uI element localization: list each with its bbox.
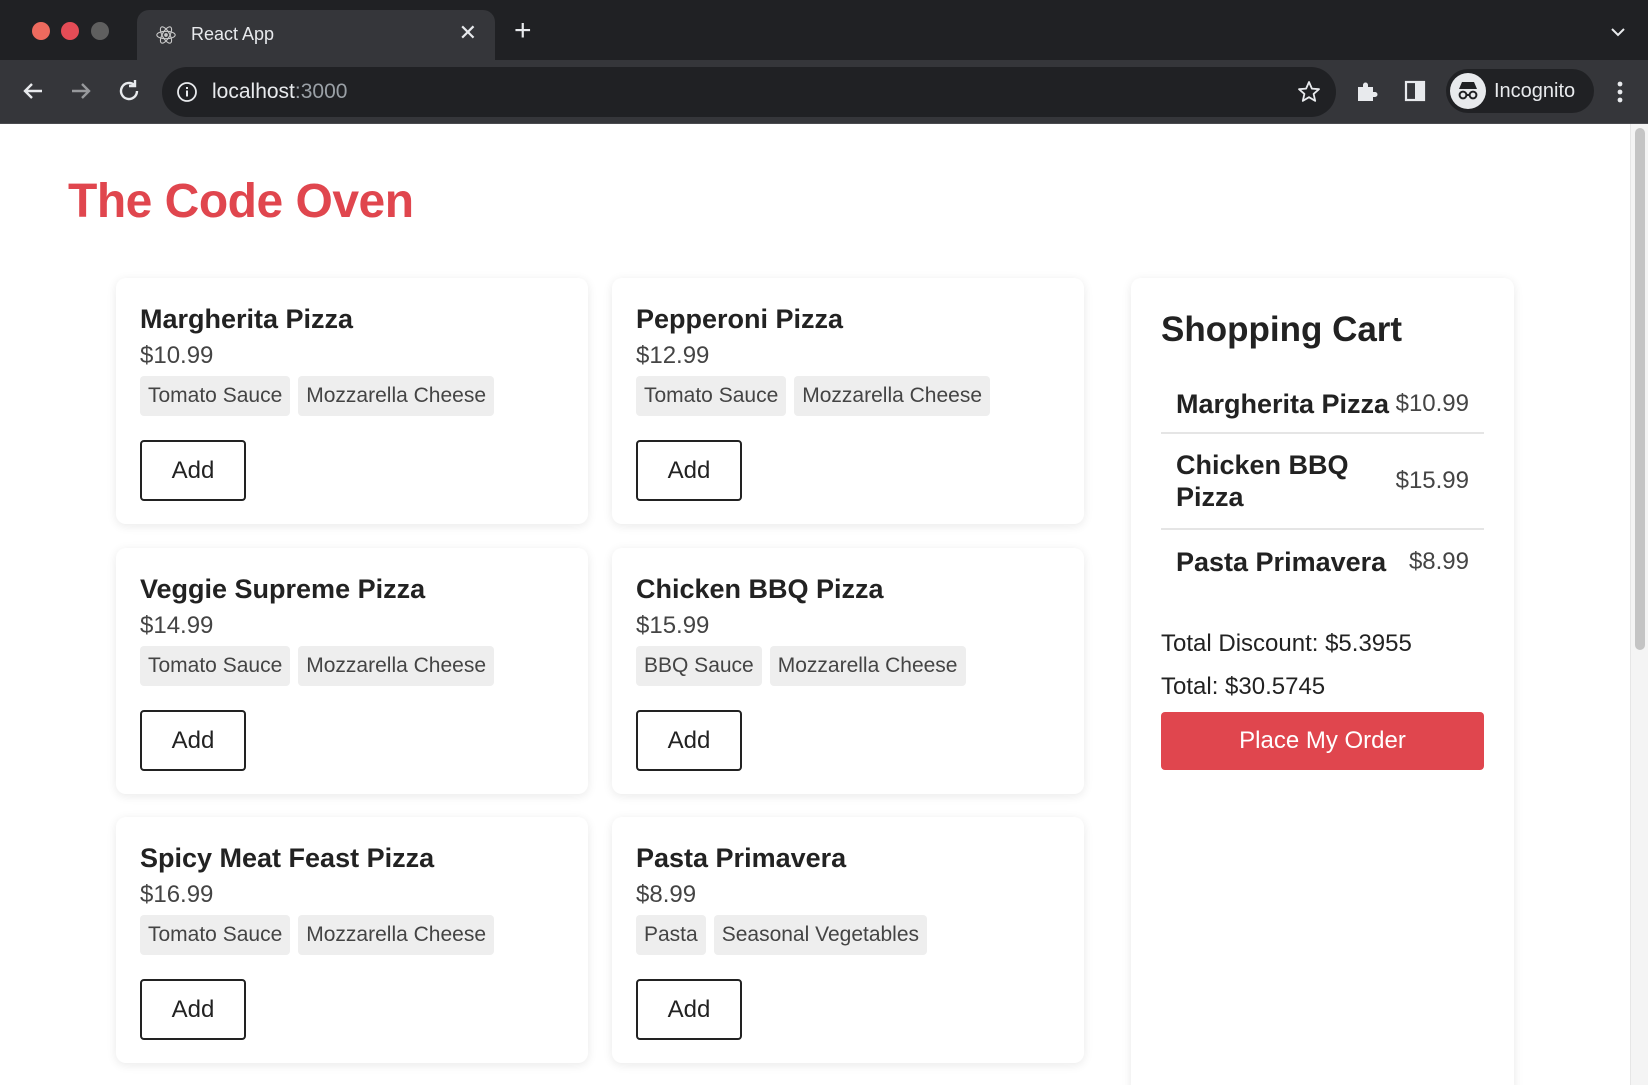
address-bar[interactable]: localhost:3000 [162,67,1336,117]
menu-item-price: $8.99 [636,881,697,908]
back-arrow-icon[interactable] [18,76,48,106]
close-window-button[interactable] [32,22,50,40]
browser-toolbar: localhost:3000 Incognito [0,60,1648,124]
add-to-cart-button[interactable]: Add [636,979,742,1040]
zoom-window-button[interactable] [91,22,109,40]
menu-item-name: Margherita Pizza [140,304,354,334]
browser-chrome: React App ✕ + localhost:3000 Incognito [0,0,1648,124]
cart-item-name: Pasta Primavera [1176,547,1387,577]
kebab-menu-icon[interactable] [1608,78,1632,106]
cart-item: Chicken BBQ Pizza $15.99 [1161,434,1484,530]
ingredient-tag: Mozzarella Cheese [794,376,991,416]
menu-item-price: $10.99 [140,342,214,369]
page-scrollbar[interactable] [1630,124,1648,1085]
menu-card: Chicken BBQ Pizza $15.99 BBQ Sauce Mozza… [612,548,1084,794]
tab-search-chevron-icon[interactable] [1608,22,1628,42]
forward-arrow-icon[interactable] [66,76,96,106]
reload-icon[interactable] [114,76,144,106]
menu-item-price: $16.99 [140,881,214,908]
menu-item-name: Chicken BBQ Pizza [636,574,884,604]
shopping-cart-panel: Shopping Cart Margherita Pizza $10.99 Ch… [1131,278,1514,1085]
menu-card: Margherita Pizza $10.99 Tomato Sauce Moz… [116,278,588,524]
bookmark-star-icon[interactable] [1296,79,1322,105]
cart-title: Shopping Cart [1161,310,1403,349]
react-icon [156,26,176,44]
ingredient-tag: Mozzarella Cheese [298,915,495,955]
ingredient-tags: Tomato Sauce Mozzarella Cheese [140,915,495,955]
ingredient-tag: Mozzarella Cheese [769,646,966,686]
add-to-cart-button[interactable]: Add [140,979,246,1040]
cart-item-price: $10.99 [1395,390,1469,417]
menu-card: Veggie Supreme Pizza $14.99 Tomato Sauce… [116,548,588,794]
page-title: The Code Oven [68,175,414,228]
minimize-window-button[interactable] [61,22,79,40]
ingredient-tags: Tomato Sauce Mozzarella Cheese [140,376,495,416]
total-discount: Total Discount: $5.3955 [1161,630,1412,657]
add-to-cart-button[interactable]: Add [140,710,246,771]
cart-item-name: Margherita Pizza [1176,389,1390,419]
ingredient-tag: Tomato Sauce [140,376,291,416]
tab-strip: React App ✕ + [0,0,1648,60]
place-order-button[interactable]: Place My Order [1161,712,1484,770]
tab-react-app[interactable]: React App ✕ [137,10,495,60]
new-tab-plus-icon[interactable]: + [514,16,532,46]
menu-item-price: $12.99 [636,342,710,369]
menu-item-price: $14.99 [140,612,214,639]
cart-item: Pasta Primavera $8.99 [1161,530,1484,594]
cart-item-price: $8.99 [1408,548,1469,575]
ingredient-tags: Tomato Sauce Mozzarella Cheese [636,376,991,416]
ingredient-tag: Seasonal Vegetables [713,915,928,955]
ingredient-tags: Tomato Sauce Mozzarella Cheese [140,646,495,686]
add-to-cart-button[interactable]: Add [636,710,742,771]
incognito-profile-button[interactable]: Incognito [1446,69,1594,113]
cart-item: Margherita Pizza $10.99 [1161,376,1484,434]
add-to-cart-button[interactable]: Add [140,440,246,501]
ingredient-tags: Pasta Seasonal Vegetables [636,915,928,955]
cart-item-list: Margherita Pizza $10.99 Chicken BBQ Pizz… [1161,376,1484,594]
ingredient-tag: Mozzarella Cheese [298,646,495,686]
url-port: :3000 [294,80,348,103]
menu-item-name: Spicy Meat Feast Pizza [140,843,435,873]
ingredient-tag: BBQ Sauce [636,646,762,686]
menu-item-price: $15.99 [636,612,710,639]
ingredient-tags: BBQ Sauce Mozzarella Cheese [636,646,966,686]
menu-item-name: Pepperoni Pizza [636,304,844,334]
menu-card: Pasta Primavera $8.99 Pasta Seasonal Veg… [612,817,1084,1063]
cart-item-name: Chicken BBQ Pizza [1176,450,1349,512]
ingredient-tag: Mozzarella Cheese [298,376,495,416]
cart-total: Total: $30.5745 [1161,673,1326,700]
url-host: localhost [212,80,295,103]
extensions-puzzle-icon[interactable] [1354,78,1380,104]
site-info-icon[interactable] [176,81,198,103]
cart-item-price: $15.99 [1395,467,1469,494]
ingredient-tag: Tomato Sauce [140,915,291,955]
scrollbar-thumb[interactable] [1635,128,1645,650]
menu-card: Pepperoni Pizza $12.99 Tomato Sauce Mozz… [612,278,1084,524]
add-to-cart-button[interactable]: Add [636,440,742,501]
page-viewport: The Code Oven Margherita Pizza $10.99 To… [0,124,1648,1085]
menu-item-name: Veggie Supreme Pizza [140,574,426,604]
side-panel-icon[interactable] [1403,79,1427,103]
menu-item-name: Pasta Primavera [636,843,847,873]
ingredient-tag: Tomato Sauce [140,646,291,686]
profile-label: Incognito [1494,80,1576,102]
ingredient-tag: Pasta [636,915,706,955]
incognito-icon [1450,73,1486,109]
url-text[interactable]: localhost:3000 [212,80,347,104]
ingredient-tag: Tomato Sauce [636,376,787,416]
tab-close-icon[interactable]: ✕ [459,20,477,46]
menu-card: Spicy Meat Feast Pizza $16.99 Tomato Sau… [116,817,588,1063]
tab-title: React App [191,24,275,44]
